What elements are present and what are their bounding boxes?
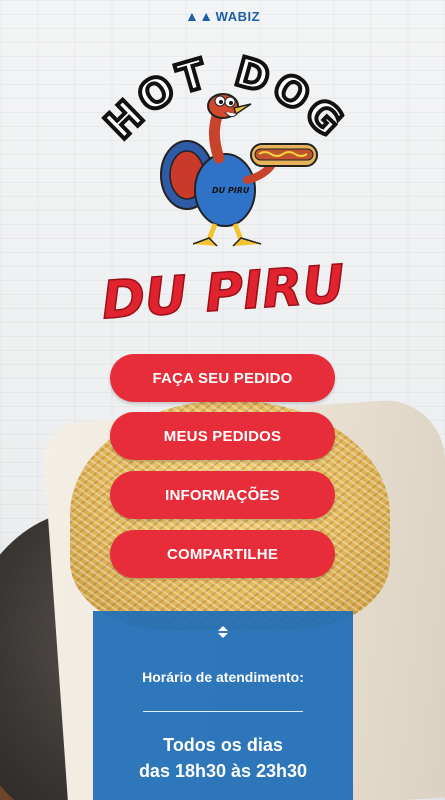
- shirt-text: DU PIRU: [212, 186, 250, 195]
- info-button[interactable]: INFORMAÇÕES: [110, 471, 335, 519]
- hours-label: Horário de atendimento:: [142, 669, 304, 685]
- my-orders-button-label: MEUS PEDIDOS: [163, 427, 282, 445]
- share-button[interactable]: COMPARTILHE: [110, 530, 335, 578]
- hours-days: Todos os dias: [163, 735, 283, 755]
- expand-arrows-icon[interactable]: [214, 623, 232, 641]
- hours-time: das 18h30 às 23h30: [138, 761, 308, 781]
- order-button-label: FAÇA SEU PEDIDO: [152, 369, 293, 387]
- my-orders-button[interactable]: MEUS PEDIDOS: [110, 412, 335, 460]
- order-button[interactable]: FAÇA SEU PEDIDO: [110, 354, 335, 402]
- share-button-label: COMPARTILHE: [166, 545, 279, 563]
- hot-dog-du-piru-logo: HOT DOG DU PIRU DU PIRU: [95, 47, 350, 332]
- logo-bottom-text: DU PIRU: [100, 255, 347, 332]
- wabiz-brand[interactable]: ▲▲ WABIZ: [0, 8, 445, 24]
- divider: [143, 711, 303, 712]
- wabiz-label: WABIZ: [215, 9, 261, 24]
- opening-hours-panel: Horário de atendimento: Todos os dias da…: [93, 611, 353, 800]
- info-button-label: INFORMAÇÕES: [165, 486, 280, 504]
- wabiz-logo-icon: ▲▲: [184, 8, 214, 24]
